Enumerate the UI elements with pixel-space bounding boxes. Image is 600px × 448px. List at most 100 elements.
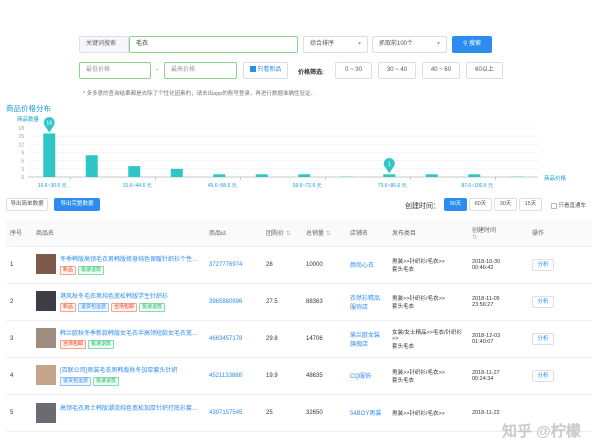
header-price[interactable]: 团购价 ⇅ — [262, 220, 302, 247]
x-tick-label: 31.6~44.6 元 — [123, 183, 152, 189]
product-thumbnail[interactable] — [36, 291, 56, 311]
product-id-link[interactable]: 3965880696 — [205, 283, 262, 321]
keyword-input[interactable]: 毛衣 — [129, 36, 298, 53]
bar-value-label: 16 — [46, 120, 52, 126]
analyze-button[interactable]: 分析 — [532, 332, 554, 345]
range-60d[interactable]: 60天 — [469, 198, 492, 211]
product-name-link[interactable]: 韩兰欧秋冬季新款韩版女毛衣半高领短款女毛衣宽松百搭加加绒 — [60, 328, 201, 337]
header-name[interactable]: 商品名 — [32, 220, 205, 247]
bar — [425, 174, 438, 177]
range-30d[interactable]: 30天 — [494, 198, 517, 211]
product-name-link[interactable]: 高领毛衣男士韩版潮流纯色宽松加厚针织打底衫套男秋冬季 — [60, 403, 201, 412]
shop-name-link[interactable]: 54BOY男装 — [346, 394, 388, 432]
category-cell: 男装>>针织衫/毛衣>> 套头毛衣 — [388, 246, 468, 284]
analyze-button[interactable]: 分析 — [532, 369, 554, 382]
product-cell: 韩兰欧秋冬季新款韩版女毛衣半高领短款女毛衣宽松百搭加加绒全场包邮极速退款 — [32, 320, 205, 358]
only-new-label: 只看新品 — [257, 67, 282, 73]
chevron-down-icon: ▾ — [436, 41, 440, 47]
sort-select[interactable]: 综合排序 ▾ — [303, 36, 368, 53]
range-15d[interactable]: 15天 — [519, 198, 542, 211]
header-created-label: 创建时间 — [472, 227, 497, 234]
category-line2: 套头毛衣 — [392, 303, 415, 310]
product-name-link[interactable]: 冬季韩版高领毛衣男韩版修身纯色保暖针织衫个性潮流百搭 — [60, 254, 201, 263]
category-cell: 男装>>针织衫/毛衣>> 套头毛衣 — [388, 357, 468, 395]
category-line1: 男装>>针织衫/毛衣>> — [392, 369, 445, 376]
bar — [85, 155, 98, 177]
analyze-button[interactable]: 分析 — [532, 258, 554, 271]
y-tick-label: 15 — [18, 134, 24, 140]
action-cell: 分析 — [528, 283, 592, 321]
product-tags: 新品 极速退款 — [36, 266, 201, 275]
x-tick-label: 59.6~72.6 元 — [293, 183, 322, 189]
bar — [43, 133, 56, 177]
product-tag: 极速退款 — [88, 340, 115, 349]
analyze-button[interactable]: 分析 — [532, 295, 554, 308]
export-full-button[interactable]: 导出完整数据 — [54, 198, 100, 211]
header-shop[interactable]: 店铺名 — [346, 220, 388, 247]
created-time: 00:24:34 — [472, 375, 494, 382]
only-new-checkbox[interactable]: 只看新品 — [243, 62, 288, 79]
x-tick-label: 73.6~86.6 元 — [378, 183, 407, 189]
product-thumbnail[interactable] — [36, 328, 56, 348]
price-filter-label: 价格筛选: — [298, 70, 324, 76]
product-name-link[interactable]: 港风秋冬毛衣男纯色宽松韩版学生针织衫 — [60, 291, 201, 300]
product-thumbnail[interactable] — [36, 365, 56, 385]
created-time: 23:56:27 — [472, 301, 494, 308]
price-range-30-40[interactable]: 30 ~ 40 — [378, 62, 416, 79]
product-cell: 港风秋冬毛衣男纯色宽松韩版学生针织衫 新品 退货包运费 全场包邮 极速退款 — [32, 283, 205, 321]
header-price-label: 团购价 — [266, 231, 285, 238]
sort-icon[interactable]: ⇅ — [326, 231, 331, 237]
created-date: 2018-11-22 — [472, 409, 500, 416]
product-id-link[interactable]: 4397157545 — [205, 394, 262, 432]
shop-name-link[interactable]: CQ服饰 — [346, 357, 388, 395]
bar — [128, 166, 141, 177]
range-dash: - — [156, 67, 158, 73]
search-button[interactable]: ⚲ 搜索 — [452, 36, 492, 53]
bar — [468, 174, 481, 177]
product-tag: 全场包邮 — [60, 340, 87, 349]
product-thumbnail[interactable] — [36, 402, 56, 423]
page-count-value: 抓取前100个 — [379, 41, 414, 47]
group-price: 27.5 — [262, 283, 302, 321]
product-tag: 退货包运费 — [60, 377, 92, 386]
product-id-link[interactable]: 4663457178 — [205, 320, 262, 358]
range-90d[interactable]: 90天 — [444, 198, 467, 211]
header-index[interactable]: 序号 — [6, 220, 32, 247]
product-id-link[interactable]: 3727776974 — [205, 246, 262, 284]
header-id[interactable]: 商品id — [205, 220, 262, 247]
y-tick-label: 6 — [21, 159, 24, 165]
category-line2: 套头毛衣 — [392, 343, 415, 350]
min-price-input[interactable]: 最低价格 — [79, 62, 151, 79]
total-sales: 10000 — [302, 246, 346, 284]
export-simple-button[interactable]: 导出简单数据 — [6, 198, 48, 211]
search-button-label: 搜索 — [469, 41, 482, 47]
y-tick-label: 9 — [21, 151, 24, 157]
shop-name-link[interactable]: 衣然衫精品服饰店 — [346, 283, 388, 321]
sort-icon[interactable]: ⇅ — [286, 231, 291, 237]
only-direct-checkbox[interactable]: 只看直通车 — [551, 201, 586, 209]
row-index: 3 — [6, 320, 32, 358]
table-row: 3韩兰欧秋冬季新款韩版女毛衣半高领短款女毛衣宽松百搭加加绒全场包邮极速退款466… — [6, 320, 592, 358]
category-cell: 女装/女士精品>>毛衣/针织衫>> 套头毛衣 — [388, 320, 468, 358]
page-count-select[interactable]: 抓取前100个 ▾ — [372, 36, 447, 53]
header-created[interactable]: 创建时间 ⇅ — [468, 220, 528, 247]
product-tag: 新品 — [60, 266, 77, 275]
header-category[interactable]: 发布类目 — [388, 220, 468, 247]
sort-select-value: 综合排序 — [310, 41, 335, 47]
price-range-0-30[interactable]: 0 ~ 30 — [335, 62, 372, 79]
product-name-link[interactable]: [百联公司]男装毛衣男韩版秋冬加厚套头针织 — [60, 365, 201, 374]
checkbox-icon — [551, 202, 557, 209]
product-thumbnail[interactable] — [36, 254, 56, 274]
header-sales[interactable]: 总销量 ⇅ — [302, 220, 346, 247]
sort-icon[interactable]: ⇅ — [472, 235, 477, 241]
shop-name-link[interactable]: 瑜兰欧女装旗舰店 — [346, 320, 388, 358]
bar — [298, 174, 311, 177]
max-price-input[interactable]: 最高价格 — [164, 62, 237, 79]
table-row: 4 [百联公司]男装毛衣男韩版秋冬加厚套头针织 退货包运费 极速退款 452113388… — [6, 357, 592, 395]
bar — [255, 174, 268, 177]
price-range-40-60[interactable]: 40 ~ 60 — [422, 62, 460, 79]
row-index: 1 — [6, 246, 32, 284]
product-id-link[interactable]: 4521133888 — [205, 357, 262, 395]
price-range-60-plus[interactable]: 60以上 — [466, 62, 503, 79]
shop-name-link[interactable]: 颜尚心衣 — [346, 246, 388, 284]
